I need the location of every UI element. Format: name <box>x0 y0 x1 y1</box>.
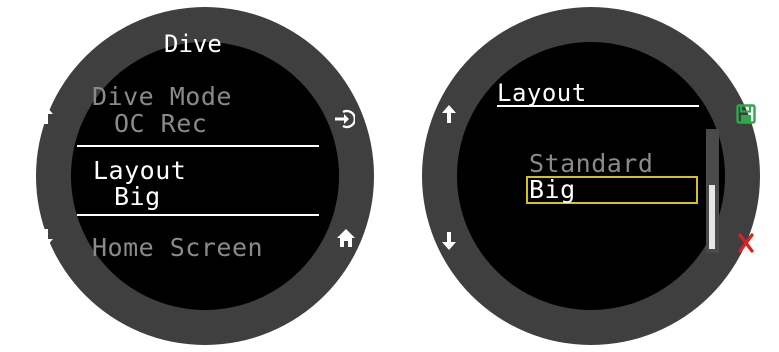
menu-item-layout-value: Big <box>114 182 161 211</box>
enter-icon[interactable] <box>335 109 356 133</box>
arrow-up-icon[interactable] <box>39 106 53 128</box>
menu-item-home-screen[interactable]: Home Screen <box>92 235 263 261</box>
page-title: Dive <box>164 30 222 58</box>
menu-item-layout-label[interactable]: Layout <box>93 158 186 184</box>
menu-item-dive-mode-label[interactable]: Dive Mode <box>92 84 232 110</box>
layout-title: Layout <box>497 79 587 107</box>
divider-top <box>77 145 319 147</box>
arrow-down-icon[interactable] <box>39 229 53 251</box>
home-icon[interactable] <box>336 228 356 252</box>
arrow-down-icon[interactable] <box>442 232 456 254</box>
scrollbar-thumb[interactable] <box>709 185 715 249</box>
save-icon[interactable] <box>736 104 756 128</box>
title-underline <box>497 105 699 107</box>
menu-item-dive-mode-value: OC Rec <box>114 109 208 138</box>
divider-bottom <box>77 214 319 216</box>
arrow-up-icon[interactable] <box>442 105 456 127</box>
option-standard[interactable]: Standard <box>529 151 653 177</box>
option-big[interactable]: Big <box>529 177 576 203</box>
cancel-icon[interactable] <box>737 233 755 257</box>
